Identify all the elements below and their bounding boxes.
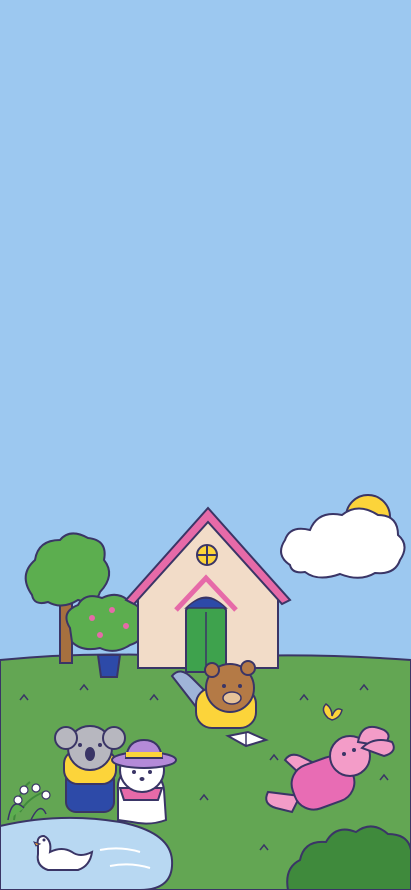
illustration — [0, 0, 411, 890]
koala-icon — [54, 725, 126, 813]
wallpaper-scene — [0, 0, 411, 890]
